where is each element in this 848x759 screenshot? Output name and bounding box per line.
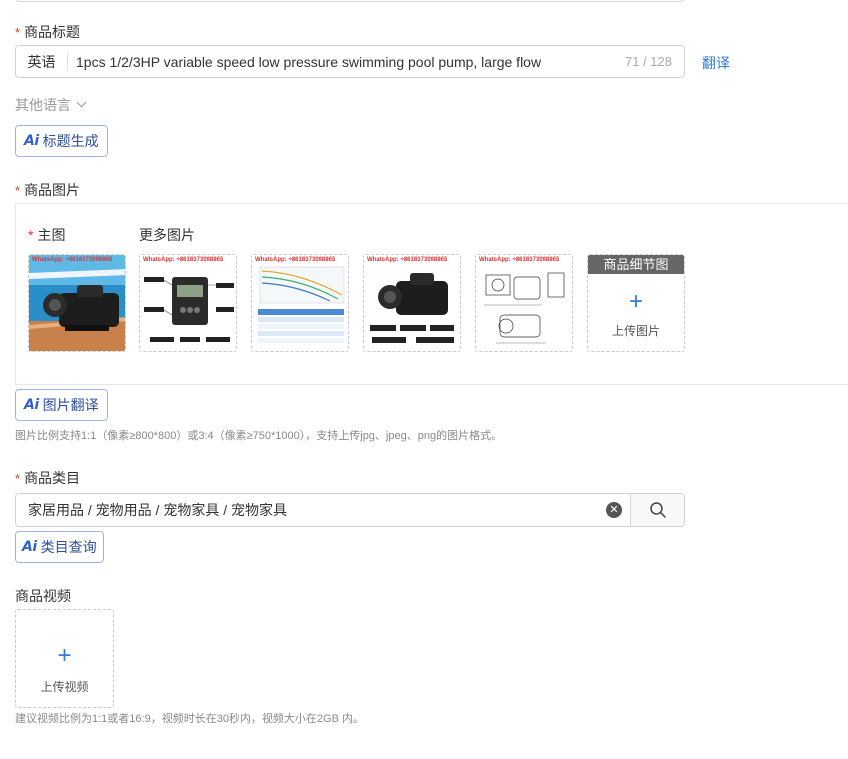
technical-drawing-image xyxy=(476,255,572,351)
diagram-image xyxy=(140,255,236,351)
gallery-thumbnail[interactable]: WhatsApp: +8618373098865 xyxy=(363,254,461,352)
required-mark: * xyxy=(15,183,21,198)
category-label: * 商品类目 xyxy=(15,468,80,488)
whatsapp-watermark: WhatsApp: +8618373098865 xyxy=(32,257,113,263)
category-label-text: 商品类目 xyxy=(24,470,81,486)
pump-photo-image xyxy=(29,255,125,351)
images-label: * 商品图片 xyxy=(15,180,80,200)
images-label-text: 商品图片 xyxy=(24,182,81,198)
plus-icon: + xyxy=(57,642,72,669)
ai-title-generate-button[interactable]: Ai 标题生成 xyxy=(15,125,108,157)
category-search-button[interactable] xyxy=(630,494,684,526)
whatsapp-watermark: WhatsApp: +8618373098865 xyxy=(143,257,224,263)
required-mark: * xyxy=(28,227,34,243)
upload-image-label: 上传图片 xyxy=(611,324,660,338)
ai-image-translate-label: 图片翻译 xyxy=(42,397,99,413)
other-languages-toggle[interactable]: 其他语言 xyxy=(15,95,87,115)
pump-features-image xyxy=(364,255,460,351)
title-value[interactable]: 1pcs 1/2/3HP variable speed low pressure… xyxy=(68,54,625,70)
translate-link[interactable]: 翻译 xyxy=(702,53,730,73)
other-languages-label: 其他语言 xyxy=(15,97,71,113)
whatsapp-watermark: WhatsApp: +8618373098865 xyxy=(367,257,448,263)
ai-icon: Ai xyxy=(24,133,39,149)
video-label: 商品视频 xyxy=(15,588,71,604)
previous-field-border xyxy=(15,0,685,2)
video-hint: 建议视频比例为1:1或者16:9，视频时长在30秒内，视频大小在2GB 内。 xyxy=(15,713,365,725)
performance-chart-image xyxy=(252,255,348,351)
ai-icon: Ai xyxy=(24,397,39,413)
ai-icon: Ai xyxy=(22,539,37,555)
required-mark: * xyxy=(15,471,21,486)
image-format-hint: 图片比例支持1:1（像素≥800*800）或3:4（像素≥750*1000），支… xyxy=(15,430,503,442)
whatsapp-watermark: WhatsApp: +8618373098865 xyxy=(479,257,560,263)
gallery-thumbnail[interactable]: WhatsApp: +8618373098865 xyxy=(251,254,349,352)
main-image-label: * 主图 xyxy=(28,225,65,245)
ai-title-generate-label: 标题生成 xyxy=(42,133,99,149)
title-label-text: 商品标题 xyxy=(24,24,81,40)
whatsapp-watermark: WhatsApp: +8618373098865 xyxy=(255,257,336,263)
upload-detail-image-box[interactable]: 商品细节图 + 上传图片 xyxy=(587,254,685,352)
ai-image-translate-button[interactable]: Ai 图片翻译 xyxy=(15,389,108,421)
more-images-label: 更多图片 xyxy=(139,227,195,243)
upload-video-label: 上传视频 xyxy=(40,680,89,694)
plus-icon: + xyxy=(628,288,643,315)
ai-category-query-button[interactable]: Ai 类目查询 xyxy=(15,531,104,563)
main-image-thumbnail[interactable]: WhatsApp: +8618373098865 xyxy=(28,254,126,352)
detail-image-header: 商品细节图 xyxy=(588,255,684,274)
main-image-label-text: 主图 xyxy=(37,227,66,243)
product-title-input[interactable]: 英语 1pcs 1/2/3HP variable speed low press… xyxy=(15,45,685,78)
clear-icon[interactable]: ✕ xyxy=(606,502,622,518)
gallery-thumbnail[interactable]: WhatsApp: +8618373098865 xyxy=(139,254,237,352)
chevron-down-icon xyxy=(76,97,87,108)
title-label: * 商品标题 xyxy=(15,22,80,42)
category-value[interactable]: 家居用品 / 宠物用品 / 宠物家具 / 宠物家具 xyxy=(16,500,606,520)
gallery-thumbnail[interactable]: WhatsApp: +8618373098865 xyxy=(475,254,573,352)
required-mark: * xyxy=(15,25,21,40)
ai-category-query-label: 类目查询 xyxy=(40,539,97,555)
upload-video-box[interactable]: + 上传视频 xyxy=(15,609,114,708)
search-icon xyxy=(649,502,666,518)
char-counter: 71 / 128 xyxy=(625,54,672,69)
category-input[interactable]: 家居用品 / 宠物用品 / 宠物家具 / 宠物家具 ✕ xyxy=(15,493,685,527)
language-prefix[interactable]: 英语 xyxy=(16,52,68,71)
